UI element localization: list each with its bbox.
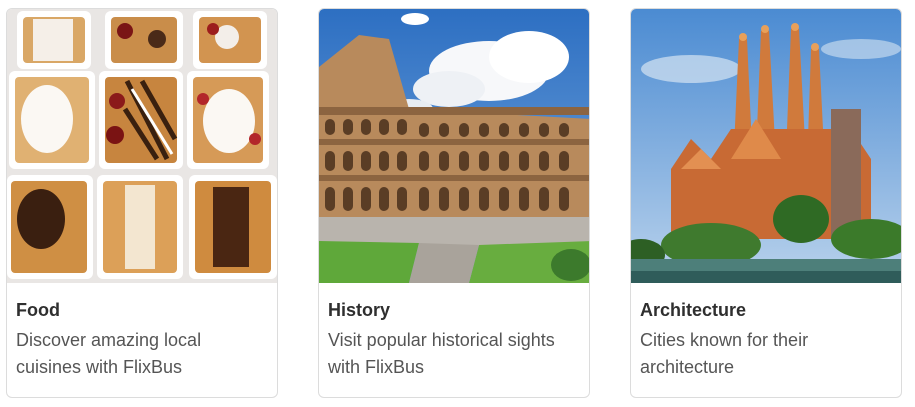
card-description: Cities known for their architecture bbox=[640, 330, 809, 377]
architecture-image bbox=[631, 9, 901, 283]
category-card-architecture[interactable]: Architecture Cities known for their arch… bbox=[630, 8, 902, 398]
card-description: Discover amazing local cuisines with Fli… bbox=[16, 330, 202, 377]
card-title: Food bbox=[16, 300, 60, 320]
category-card-history[interactable]: History Visit popular historical sights … bbox=[318, 8, 590, 398]
food-image bbox=[7, 9, 277, 283]
card-description: Visit popular historical sights with Fli… bbox=[328, 330, 555, 377]
card-title: History bbox=[328, 300, 391, 320]
history-image bbox=[319, 9, 589, 283]
card-title: Architecture bbox=[640, 300, 747, 320]
category-card-food[interactable]: Food Discover amazing local cuisines wit… bbox=[6, 8, 278, 398]
